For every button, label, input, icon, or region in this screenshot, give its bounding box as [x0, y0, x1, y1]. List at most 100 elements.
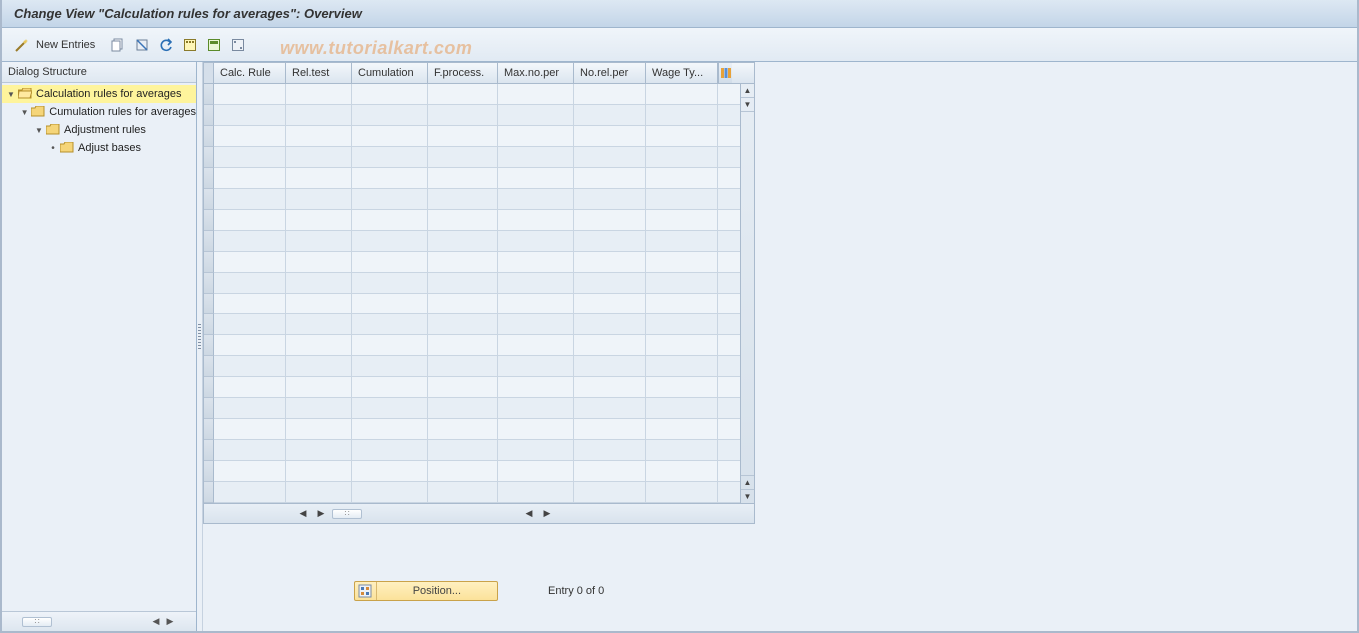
delete-icon[interactable]: [133, 36, 151, 54]
expand-toggle-icon[interactable]: ▼: [6, 89, 16, 99]
tree-node-calculation-rules[interactable]: ▼ Calculation rules for averages: [2, 85, 196, 103]
table-row[interactable]: [214, 294, 740, 315]
scroll-left-icon[interactable]: ◀: [150, 616, 162, 628]
other-view-icon[interactable]: [14, 37, 30, 53]
table-row[interactable]: [214, 105, 740, 126]
dialog-structure-panel: Dialog Structure ▼ Calculation rules for…: [2, 62, 197, 631]
row-selector[interactable]: [204, 231, 214, 252]
tree-node-label: Adjustment rules: [64, 124, 146, 136]
row-selector[interactable]: [204, 126, 214, 147]
column-header-calc-rule[interactable]: Calc. Rule: [214, 63, 286, 83]
row-selector[interactable]: [204, 189, 214, 210]
row-selector-header[interactable]: [204, 63, 214, 83]
table-row[interactable]: [214, 377, 740, 398]
column-header-no-rel-per[interactable]: No.rel.per: [574, 63, 646, 83]
tree-node-adjust-bases[interactable]: • Adjust bases: [2, 139, 196, 157]
row-selector[interactable]: [204, 482, 214, 503]
position-button[interactable]: Position...: [354, 581, 498, 601]
leaf-bullet-icon: •: [48, 143, 58, 154]
row-selector[interactable]: [204, 335, 214, 356]
folder-icon: [60, 142, 74, 154]
entry-count-text: Entry 0 of 0: [548, 585, 604, 597]
grid-horizontal-scrollbar: ◀ ▶ ∷ ◀ ▶: [203, 504, 755, 524]
column-header-rel-test[interactable]: Rel.test: [286, 63, 352, 83]
column-header-max-no-per[interactable]: Max.no.per: [498, 63, 574, 83]
copy-as-icon[interactable]: [109, 36, 127, 54]
row-selector[interactable]: [204, 440, 214, 461]
scroll-handle[interactable]: ∷: [22, 617, 52, 627]
row-selector[interactable]: [204, 294, 214, 315]
select-all-icon[interactable]: [181, 36, 199, 54]
table-row[interactable]: [214, 419, 740, 440]
scroll-handle[interactable]: ∷: [332, 509, 362, 519]
table-row[interactable]: [214, 210, 740, 231]
column-header-cumulation[interactable]: Cumulation: [352, 63, 428, 83]
row-selector[interactable]: [204, 461, 214, 482]
tree-node-label: Calculation rules for averages: [36, 88, 182, 100]
row-selector[interactable]: [204, 105, 214, 126]
row-selector[interactable]: [204, 84, 214, 105]
sidebar-hscroll: ∷ ◀ ▶: [2, 611, 196, 631]
select-block-icon[interactable]: [205, 36, 223, 54]
row-selector[interactable]: [204, 273, 214, 294]
table-row[interactable]: [214, 147, 740, 168]
expand-toggle-icon[interactable]: ▼: [34, 125, 44, 135]
row-selector[interactable]: [204, 398, 214, 419]
table-row[interactable]: [214, 126, 740, 147]
tree-node-adjustment-rules[interactable]: ▼ Adjustment rules: [2, 121, 196, 139]
scroll-up-step-icon[interactable]: ▼: [741, 98, 754, 112]
scroll-up-icon[interactable]: ▲: [741, 84, 754, 98]
grid-header-row: Calc. Rule Rel.test Cumulation F.process…: [203, 62, 755, 84]
row-selector[interactable]: [204, 356, 214, 377]
scroll-down-icon[interactable]: ▼: [741, 489, 754, 503]
table-row[interactable]: [214, 252, 740, 273]
grid-body: ▲ ▼ ▲ ▼: [203, 84, 755, 504]
table-row[interactable]: [214, 189, 740, 210]
dialog-structure-header: Dialog Structure: [2, 62, 196, 83]
tree-node-label: Adjust bases: [78, 142, 141, 154]
row-selector[interactable]: [204, 147, 214, 168]
undo-icon[interactable]: [157, 36, 175, 54]
scroll-right-icon[interactable]: ▶: [164, 616, 176, 628]
overview-grid: Calc. Rule Rel.test Cumulation F.process…: [203, 62, 755, 527]
table-row[interactable]: [214, 398, 740, 419]
application-toolbar: New Entries: [2, 28, 1357, 62]
grid-footer: Position... Entry 0 of 0: [203, 579, 755, 603]
row-selector[interactable]: [204, 252, 214, 273]
row-selector[interactable]: [204, 210, 214, 231]
table-row[interactable]: [214, 356, 740, 377]
configure-columns-icon[interactable]: [718, 63, 732, 83]
main-area: Dialog Structure ▼ Calculation rules for…: [2, 62, 1357, 631]
page-title: Change View "Calculation rules for avera…: [14, 6, 362, 21]
table-row[interactable]: [214, 335, 740, 356]
tree-node-cumulation-rules[interactable]: ▼ Cumulation rules for averages: [2, 103, 196, 121]
table-row[interactable]: [214, 168, 740, 189]
grid-vertical-scrollbar[interactable]: ▲ ▼ ▲ ▼: [740, 84, 754, 503]
table-row[interactable]: [214, 273, 740, 294]
scroll-left-icon[interactable]: ◀: [296, 507, 310, 521]
table-row[interactable]: [214, 231, 740, 252]
content-panel: Calc. Rule Rel.test Cumulation F.process…: [203, 62, 1357, 631]
deselect-all-icon[interactable]: [229, 36, 247, 54]
title-bar: Change View "Calculation rules for avera…: [2, 0, 1357, 28]
scroll-down-step-icon[interactable]: ▲: [741, 475, 754, 489]
tree-node-label: Cumulation rules for averages: [49, 106, 196, 118]
scroll-right-icon[interactable]: ▶: [314, 507, 328, 521]
new-entries-button[interactable]: New Entries: [36, 39, 95, 51]
table-row[interactable]: [214, 482, 740, 503]
row-selector[interactable]: [204, 377, 214, 398]
expand-toggle-icon[interactable]: ▼: [20, 107, 29, 117]
scroll-left-end-icon[interactable]: ◀: [522, 507, 536, 521]
grid-data-area: [214, 84, 740, 503]
folder-icon: [46, 124, 60, 136]
row-selector[interactable]: [204, 168, 214, 189]
column-header-wage-type[interactable]: Wage Ty...: [646, 63, 718, 83]
table-row[interactable]: [214, 461, 740, 482]
table-row[interactable]: [214, 314, 740, 335]
table-row[interactable]: [214, 84, 740, 105]
column-header-f-process[interactable]: F.process.: [428, 63, 498, 83]
scroll-right-end-icon[interactable]: ▶: [540, 507, 554, 521]
table-row[interactable]: [214, 440, 740, 461]
row-selector[interactable]: [204, 419, 214, 440]
row-selector[interactable]: [204, 314, 214, 335]
